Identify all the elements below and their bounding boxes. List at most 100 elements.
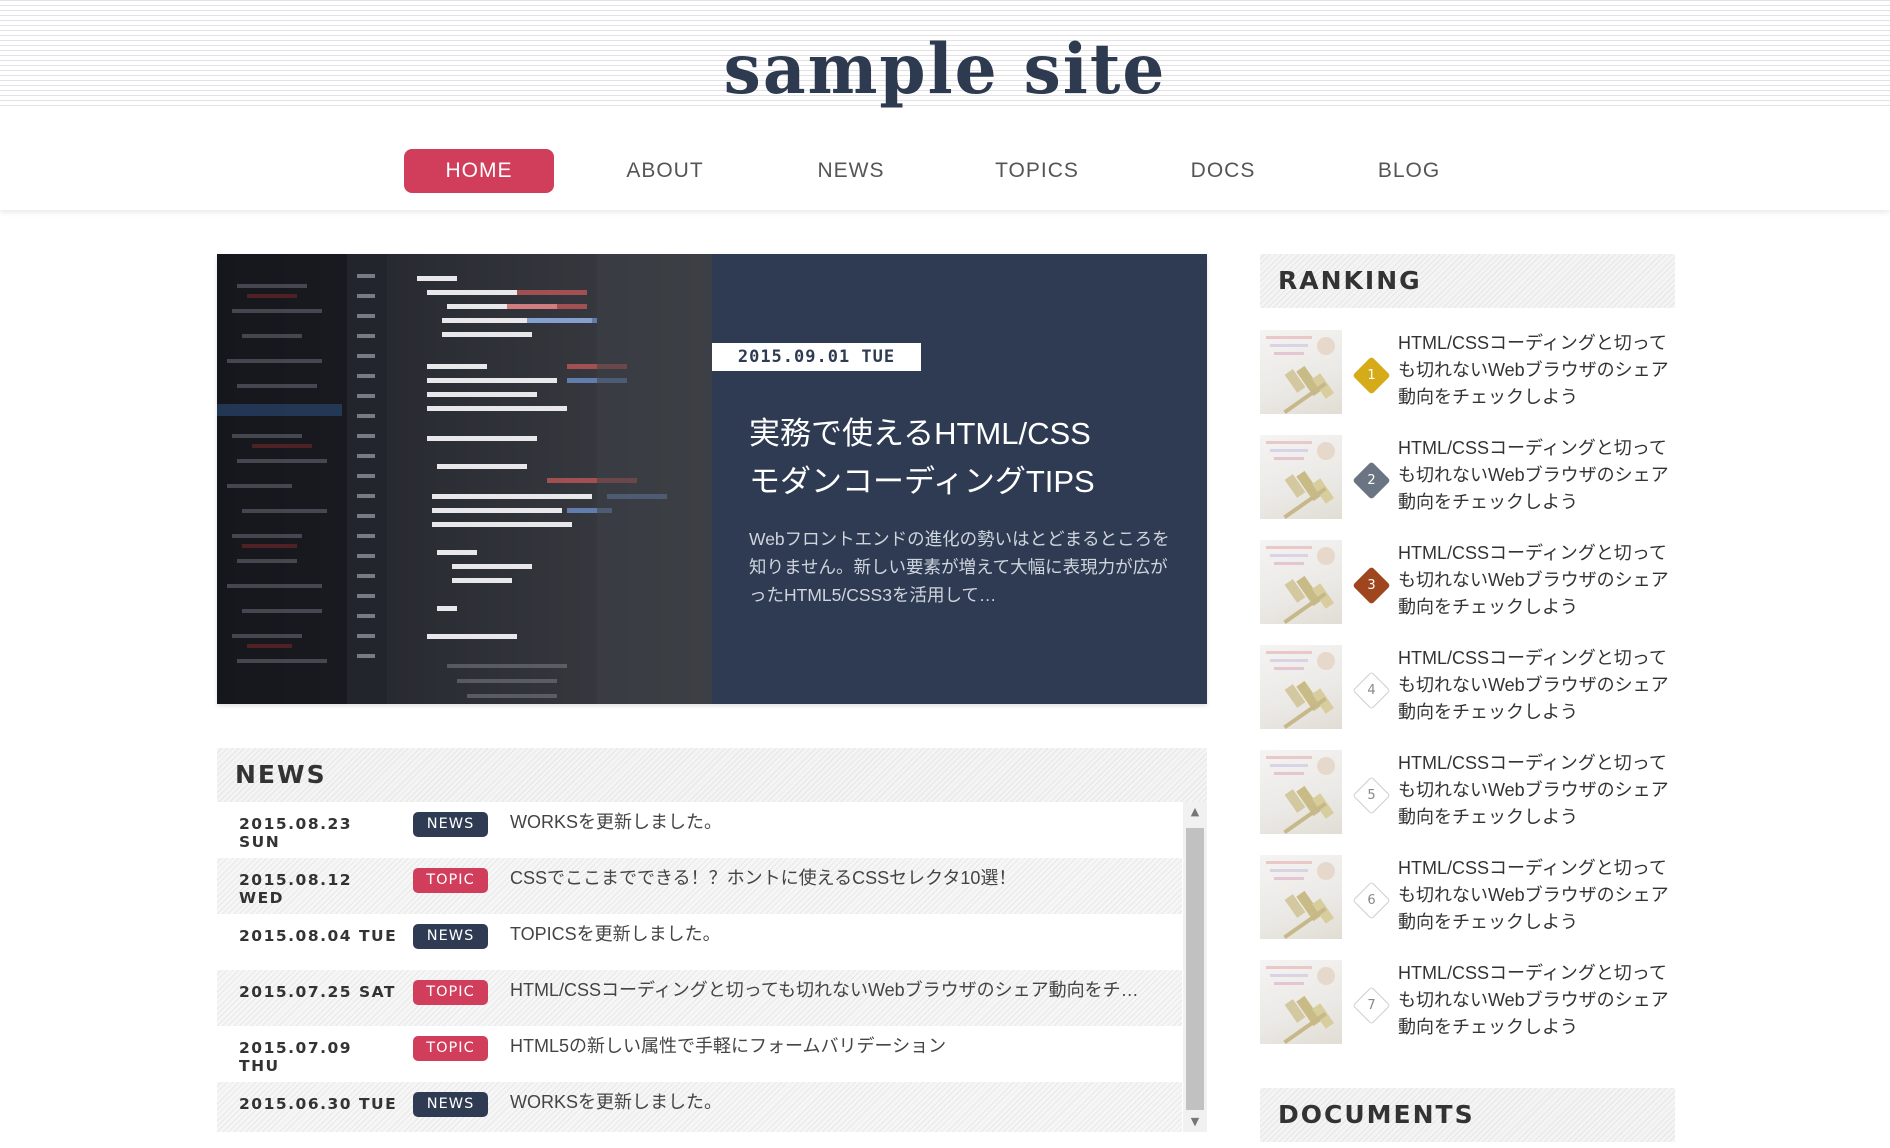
site-header: sample site HOME ABOUT NEWS TOPICS DOCS … — [0, 0, 1890, 210]
ranking-title-line: HTML/CSSコーディングと切って — [1398, 753, 1667, 773]
ranking-title-line: HTML/CSSコーディングと切って — [1398, 858, 1667, 878]
rank-number: 7 — [1367, 998, 1376, 1013]
ranking-title-line: も切れないWebブラウザのシェア — [1398, 570, 1669, 590]
hero-excerpt: Webフロントエンドの進化の勢いはとどまるところを知りません。新しい要素が増えて… — [749, 529, 1170, 605]
ranking-item[interactable]: 5 HTML/CSSコーディングと切って も切れないWebブラウザのシェア 動向をチェ… — [1260, 750, 1675, 834]
ranking-thumbnail[interactable] — [1260, 750, 1342, 834]
ranking-thumbnail[interactable] — [1260, 645, 1342, 729]
ranking-title-line: も切れないWebブラウザのシェア — [1398, 675, 1669, 695]
chart-paper-image-icon — [1266, 651, 1335, 729]
main-nav: HOME ABOUT NEWS TOPICS DOCS BLOG — [404, 149, 1504, 193]
news-date: 2015.08.23 SUN — [239, 815, 353, 851]
code-screen-graphic — [217, 254, 712, 704]
ranking-title-line: も切れないWebブラウザのシェア — [1398, 885, 1669, 905]
chart-paper-image-icon — [1266, 861, 1335, 939]
nav-item-home[interactable]: HOME — [404, 149, 554, 193]
ranking-title-line: HTML/CSSコーディングと切って — [1398, 963, 1667, 983]
news-scrollbar[interactable]: ▲ ▼ — [1183, 802, 1207, 1132]
hero-feature[interactable]: 2015.09.01 TUE 実務で使えるHTML/CSS モダンコーディングT… — [217, 254, 1207, 704]
ranking-thumbnail[interactable] — [1260, 435, 1342, 519]
nav-item-topics[interactable]: TOPICS — [962, 149, 1112, 193]
rank-number: 2 — [1367, 473, 1376, 488]
ranking-title-link[interactable]: HTML/CSSコーディングと切って も切れないWebブラウザのシェア 動向をチェッ… — [1398, 750, 1678, 831]
rank-number: 1 — [1367, 368, 1376, 383]
topic-badge: TOPIC — [413, 980, 488, 1005]
news-list[interactable]: 2015.08.23 SUN NEWS WORKSを更新しました。 2015.0… — [217, 802, 1207, 1132]
news-date: 2015.06.30 TUE — [239, 1095, 398, 1113]
rank-number: 5 — [1367, 788, 1376, 803]
ranking-item[interactable]: 4 HTML/CSSコーディングと切って も切れないWebブラウザのシェア 動向をチェ… — [1260, 645, 1675, 729]
news-date: 2015.08.04 TUE — [239, 927, 398, 945]
news-badge: NEWS — [413, 924, 488, 949]
ranking-title-line: 動向をチェックしよう — [1398, 702, 1578, 722]
news-row[interactable]: 2015.08.12 WED TOPIC CSSでここまでできる！？ホントに使え… — [217, 858, 1182, 914]
news-badge: NEWS — [413, 812, 488, 837]
nav-item-about[interactable]: ABOUT — [590, 149, 740, 193]
news-row[interactable]: 2015.07.09 THU TOPIC HTML5の新しい属性で手軽にフォーム… — [217, 1026, 1182, 1082]
ranking-thumbnail[interactable] — [1260, 960, 1342, 1044]
news-date: 2015.07.25 SAT — [239, 983, 396, 1001]
scroll-down-arrow-icon[interactable]: ▼ — [1183, 1112, 1207, 1132]
hero-date: 2015.09.01 TUE — [712, 343, 921, 371]
ranking-item[interactable]: 3 HTML/CSSコーディングと切って も切れないWebブラウザのシェア 動向をチェ… — [1260, 540, 1675, 624]
ranking-title-link[interactable]: HTML/CSSコーディングと切って も切れないWebブラウザのシェア 動向をチェッ… — [1398, 330, 1678, 411]
news-link[interactable]: CSSでここまでできる！？ホントに使えるCSSセレクタ10選！ — [510, 864, 1160, 890]
news-row[interactable]: 2015.07.25 SAT TOPIC HTML/CSSコーディングと切っても… — [217, 970, 1182, 1026]
ranking-title-line: 動向をチェックしよう — [1398, 597, 1578, 617]
news-link[interactable]: WORKSを更新しました。 — [510, 808, 1160, 834]
news-link[interactable]: HTML5の新しい属性で手軽にフォームバリデーション — [510, 1032, 1160, 1058]
ranking-title-line: HTML/CSSコーディングと切って — [1398, 438, 1667, 458]
ranking-thumbnail[interactable] — [1260, 540, 1342, 624]
ranking-title-link[interactable]: HTML/CSSコーディングと切って も切れないWebブラウザのシェア 動向をチェッ… — [1398, 435, 1678, 516]
news-link[interactable]: TOPICSを更新しました。 — [510, 920, 1160, 946]
news-link[interactable]: WORKSを更新しました。 — [510, 1088, 1160, 1114]
ranking-heading-label: RANKING — [1278, 266, 1422, 295]
chart-paper-image-icon — [1266, 966, 1335, 1044]
hero-title-line-1: 実務で使えるHTML/CSS — [749, 416, 1091, 451]
topic-badge: TOPIC — [413, 868, 488, 893]
ranking-title-line: 動向をチェックしよう — [1398, 492, 1578, 512]
news-row[interactable]: 2015.08.04 TUE NEWS TOPICSを更新しました。 — [217, 914, 1182, 970]
ranking-item[interactable]: 6 HTML/CSSコーディングと切って も切れないWebブラウザのシェア 動向をチェ… — [1260, 855, 1675, 939]
news-badge: NEWS — [413, 1092, 488, 1117]
news-row[interactable]: 2015.06.30 TUE NEWS WORKSを更新しました。 — [217, 1082, 1182, 1132]
ranking-item[interactable]: 1 HTML/CSSコーディングと切って も切れないWebブラウザのシェア 動向をチェ… — [1260, 330, 1675, 414]
ranking-title-line: も切れないWebブラウザのシェア — [1398, 780, 1669, 800]
site-logo[interactable]: sample site — [0, 28, 1890, 110]
ranking-title-line: HTML/CSSコーディングと切って — [1398, 543, 1667, 563]
documents-heading: DOCUMENTS — [1260, 1088, 1675, 1142]
hero-title[interactable]: 実務で使えるHTML/CSS モダンコーディングTIPS — [749, 410, 1179, 506]
ranking-title-link[interactable]: HTML/CSSコーディングと切って も切れないWebブラウザのシェア 動向をチェッ… — [1398, 855, 1678, 936]
ranking-title-line: 動向をチェックしよう — [1398, 807, 1578, 827]
ranking-item[interactable]: 2 HTML/CSSコーディングと切って も切れないWebブラウザのシェア 動向をチェ… — [1260, 435, 1675, 519]
ranking-title-line: HTML/CSSコーディングと切って — [1398, 333, 1667, 353]
news-row[interactable]: 2015.08.23 SUN NEWS WORKSを更新しました。 — [217, 802, 1182, 858]
scroll-up-arrow-icon[interactable]: ▲ — [1183, 802, 1207, 822]
rank-number: 6 — [1367, 893, 1376, 908]
nav-item-news[interactable]: NEWS — [776, 149, 926, 193]
scroll-thumb[interactable] — [1186, 828, 1204, 1110]
ranking-title-link[interactable]: HTML/CSSコーディングと切って も切れないWebブラウザのシェア 動向をチェッ… — [1398, 645, 1678, 726]
news-link[interactable]: HTML/CSSコーディングと切っても切れないWebブラウザのシェア動向をチ… — [510, 976, 1160, 1002]
ranking-title-line: 動向をチェックしよう — [1398, 387, 1578, 407]
news-date: 2015.07.09 THU — [239, 1039, 353, 1075]
hero-title-line-2: モダンコーディングTIPS — [749, 464, 1095, 499]
ranking-heading: RANKING — [1260, 254, 1675, 308]
ranking-title-line: も切れないWebブラウザのシェア — [1398, 465, 1669, 485]
ranking-title-line: HTML/CSSコーディングと切って — [1398, 648, 1667, 668]
nav-item-docs[interactable]: DOCS — [1148, 149, 1298, 193]
ranking-item[interactable]: 7 HTML/CSSコーディングと切って も切れないWebブラウザのシェア 動向をチェ… — [1260, 960, 1675, 1044]
hero-code-image — [217, 254, 712, 704]
news-date: 2015.08.12 WED — [239, 871, 353, 907]
rank-number: 3 — [1367, 578, 1376, 593]
ranking-thumbnail[interactable] — [1260, 855, 1342, 939]
topic-badge: TOPIC — [413, 1036, 488, 1061]
ranking-title-line: 動向をチェックしよう — [1398, 1017, 1578, 1037]
chart-paper-image-icon — [1266, 756, 1335, 834]
ranking-title-link[interactable]: HTML/CSSコーディングと切って も切れないWebブラウザのシェア 動向をチェッ… — [1398, 540, 1678, 621]
nav-item-blog[interactable]: BLOG — [1334, 149, 1484, 193]
news-heading-label: NEWS — [235, 760, 327, 789]
ranking-title-link[interactable]: HTML/CSSコーディングと切って も切れないWebブラウザのシェア 動向をチェッ… — [1398, 960, 1678, 1041]
ranking-thumbnail[interactable] — [1260, 330, 1342, 414]
rank-number: 4 — [1367, 683, 1376, 698]
